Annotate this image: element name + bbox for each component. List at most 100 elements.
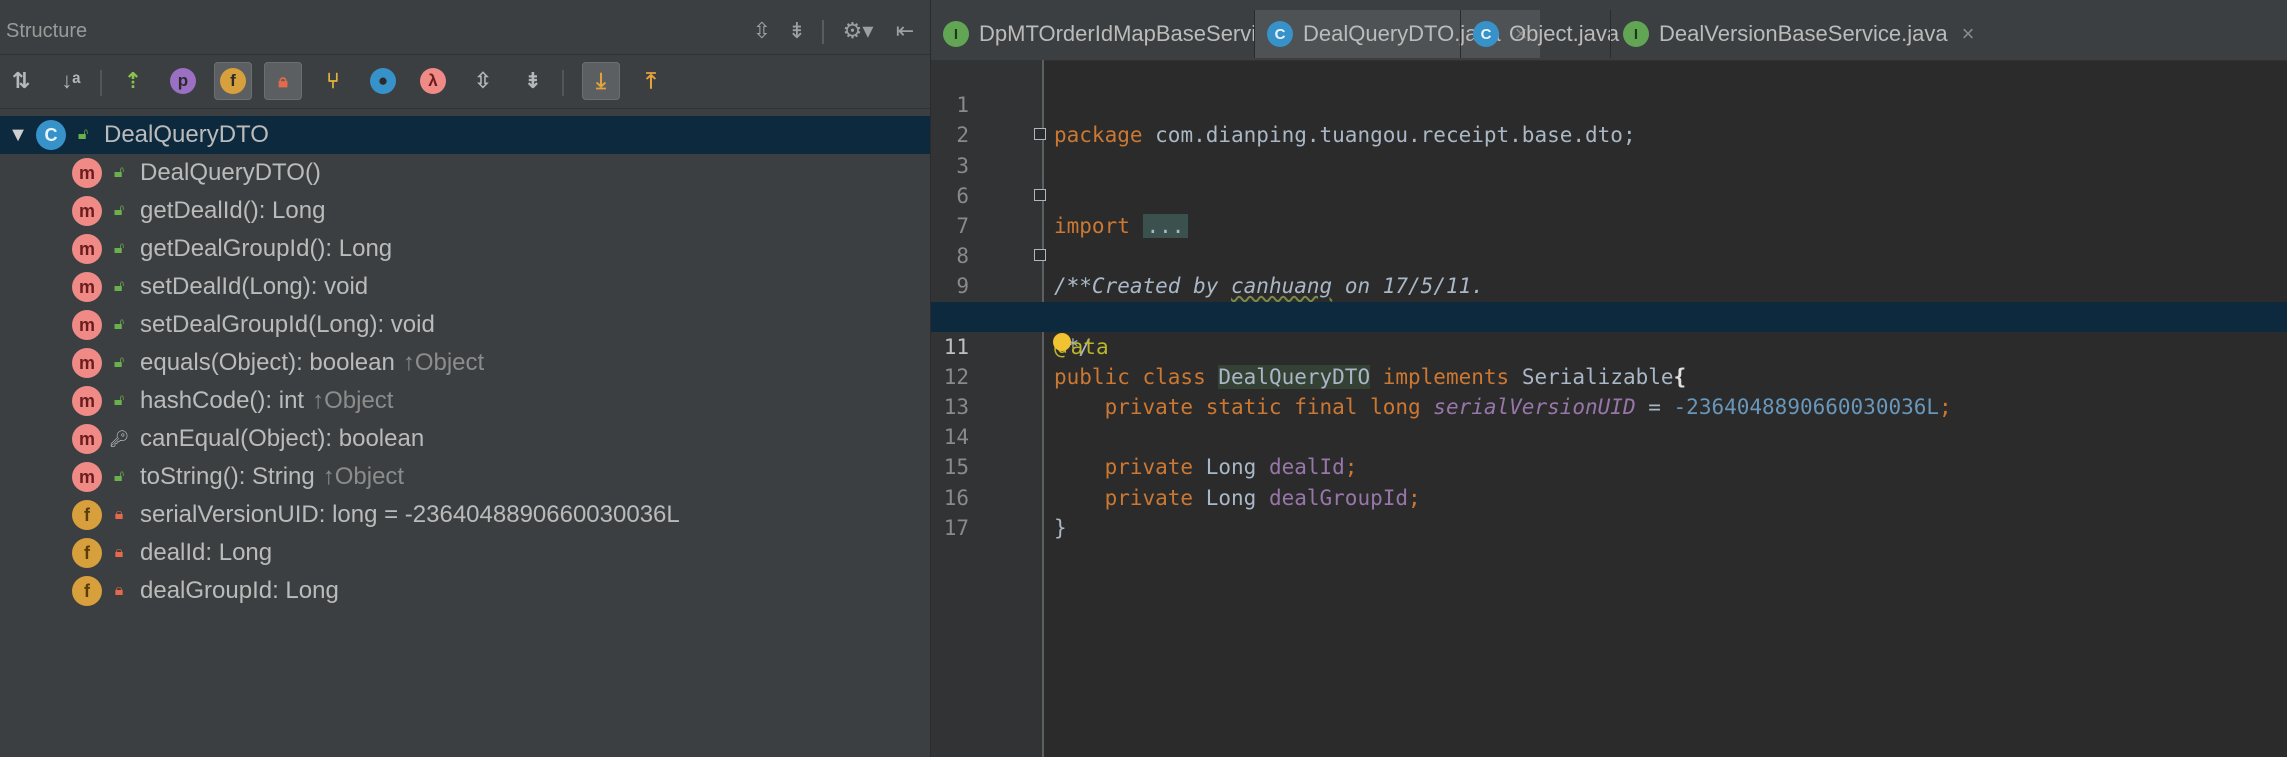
inherited-icon: ⇡ [123,68,143,93]
code-line: 2 [931,90,2287,147]
public-visibility-icon: 🔓︎ [113,278,125,295]
interface-icon: I [1623,21,1649,47]
fold-marker-icon[interactable] [1034,249,1046,262]
lambda-icon: λ [420,68,446,94]
inherited-from-label: ↑Object [312,387,394,414]
public-visibility-icon: 🔓︎ [113,164,125,181]
public-visibility-icon: 🔓︎ [113,392,125,409]
fold-marker-icon[interactable] [1034,128,1046,141]
member-label: serialVersionUID: long = -23640488906600… [140,501,680,528]
member-label: dealGroupId: Long [140,577,339,604]
tree-field-node[interactable]: f 🔒︎ dealId: Long [0,534,930,572]
method-icon: m [72,158,102,188]
member-label: getDealId(): Long [140,197,326,224]
sort-visibility-icon: ⇅ [11,68,31,93]
method-icon: m [72,386,102,416]
inherited-from-label: ↑Object [402,349,485,376]
fold-marker-icon[interactable] [1034,188,1046,201]
field-icon: f [220,68,246,94]
sort-alphabetically-button[interactable]: ↓ᵃ [52,62,90,100]
public-visibility-icon: 🔓︎ [113,468,125,485]
member-label: setDealId(Long): void [140,273,369,300]
tree-method-node[interactable]: m 🔓︎ toString(): String ↑Object [0,458,930,496]
collapse-icon: ⇟ [523,68,543,93]
tree-field-node[interactable]: f 🔒︎ dealGroupId: Long [0,572,930,610]
code-line: 13 [931,362,2287,419]
tree-method-node[interactable]: m 🔓︎ setDealGroupId(Long): void [0,306,930,344]
private-visibility-icon: 🔒︎ [114,544,124,561]
show-non-public-button[interactable]: 🔒︎ [264,62,302,100]
expand-triangle-icon[interactable]: ▼ [0,124,36,147]
structure-panel: Structure ⇳ ⇟ ⚙▾ ⇤ ⇅ ↓ᵃ ⇡ p f 🔒︎ ⑂ ● λ ⇳… [0,0,931,757]
class-node-label: DealQueryDTO [104,121,269,148]
hide-panel-icon[interactable]: ⇤ [890,16,920,46]
autoscroll-from-source-icon: ⤒ [646,68,656,93]
method-icon: m [72,462,102,492]
tree-method-node[interactable]: m 🔓︎ hashCode(): int ↑Object [0,382,930,420]
class-icon: C [36,120,66,150]
code-line-current: 11 public class DealQueryDTO implements … [931,301,2287,389]
code-line: 10 @ata [931,271,2287,359]
private-visibility-icon: 🔒︎ [114,582,124,599]
structure-toolbar: ⇅ ↓ᵃ ⇡ p f 🔒︎ ⑂ ● λ ⇳ ⇟ ⤓ ⤒ [0,56,930,109]
anonymous-icon: ⑂ [326,68,340,93]
public-visibility-icon: 🔓︎ [113,316,125,333]
member-label: equals(Object): boolean [140,349,395,376]
member-list: m 🔓︎ DealQueryDTO() m 🔓︎ getDealId(): Long m 🔓︎… [0,154,930,610]
code-area[interactable]: 1 package com.dianping.tuangou.receipt.b… [931,60,2287,540]
tree-method-node[interactable]: m 🔓︎ DealQueryDTO() [0,154,930,192]
tree-method-node[interactable]: m 🔑︎ canEqual(Object): boolean [0,420,930,458]
structure-title: Structure [6,20,88,42]
editor-tab-bar: I DpMTOrderIdMapBaseService.java × C Dea… [931,0,2287,61]
code-line: 3 import ... [931,120,2287,238]
tree-method-node[interactable]: m 🔓︎ getDealGroupId(): Long [0,230,930,268]
tab-dealversionbaseservice[interactable]: I DealVersionBaseService.java × [1611,10,1986,58]
expand-button[interactable]: ⇳ [464,62,502,100]
field-icon: f [72,500,102,530]
code-line: 15 private Long dealGroupId; [931,422,2287,509]
editor-panel: I DpMTOrderIdMapBaseService.java × C Dea… [931,0,2287,757]
line-number: 17 [943,515,969,540]
gear-icon[interactable]: ⚙▾ [836,16,880,46]
code-line: 6 [931,151,2287,208]
class-icon: C [1473,21,1499,47]
private-visibility-icon: 🔒︎ [114,506,124,523]
tree-field-node[interactable]: f 🔒︎ serialVersionUID: long = -23640488906… [0,496,930,534]
autoscroll-to-source-button[interactable]: ⤓ [582,62,620,100]
inherited-from-label: ↑Object [322,463,405,490]
tree-method-node[interactable]: m 🔓︎ getDealId(): Long [0,192,930,230]
code-line: 12 private static final long serialVersi… [931,332,2287,419]
code-line: 14 private Long dealId; [931,392,2287,479]
public-visibility-icon: 🔓︎ [113,202,125,219]
tree-class-node[interactable]: ▼ C 🔓︎ DealQueryDTO [0,116,930,154]
show-fields-button[interactable]: f [214,62,252,100]
expand-all-icon[interactable]: ⇳ [747,16,777,46]
code-line: 1 package com.dianping.tuangou.receipt.b… [931,60,2287,147]
show-properties-button[interactable]: p [164,62,202,100]
collapse-button[interactable]: ⇟ [514,62,552,100]
show-lambdas-button[interactable]: λ [414,62,452,100]
class-icon: C [1267,21,1293,47]
member-label: getDealGroupId(): Long [140,235,393,262]
show-interfaces-button[interactable]: ● [364,62,402,100]
member-label: setDealGroupId(Long): void [140,311,435,338]
tree-method-node[interactable]: m 🔓︎ equals(Object): boolean ↑Object [0,344,930,382]
tab-label: DealVersionBaseService.java [1659,21,1948,46]
sort-by-visibility-button[interactable]: ⇅ [2,62,40,100]
tree-method-node[interactable]: m 🔓︎ setDealId(Long): void [0,268,930,306]
toolbar-separator [562,70,564,96]
field-icon: f [72,576,102,606]
show-anonymous-button[interactable]: ⑂ [314,62,352,100]
lock-icon: 🔒︎ [278,70,288,91]
member-label: canEqual(Object): boolean [140,425,425,452]
member-label: hashCode(): int [140,387,305,414]
method-icon: m [72,424,102,454]
toolbar-separator [100,70,102,96]
public-visibility-icon: 🔓︎ [113,354,125,371]
method-icon: m [72,234,102,264]
autoscroll-to-source-icon: ⤓ [596,68,606,93]
collapse-all-icon[interactable]: ⇟ [782,16,812,46]
autoscroll-from-source-button[interactable]: ⤒ [632,62,670,100]
show-inherited-button[interactable]: ⇡ [114,62,152,100]
close-icon[interactable]: × [1962,21,1975,47]
